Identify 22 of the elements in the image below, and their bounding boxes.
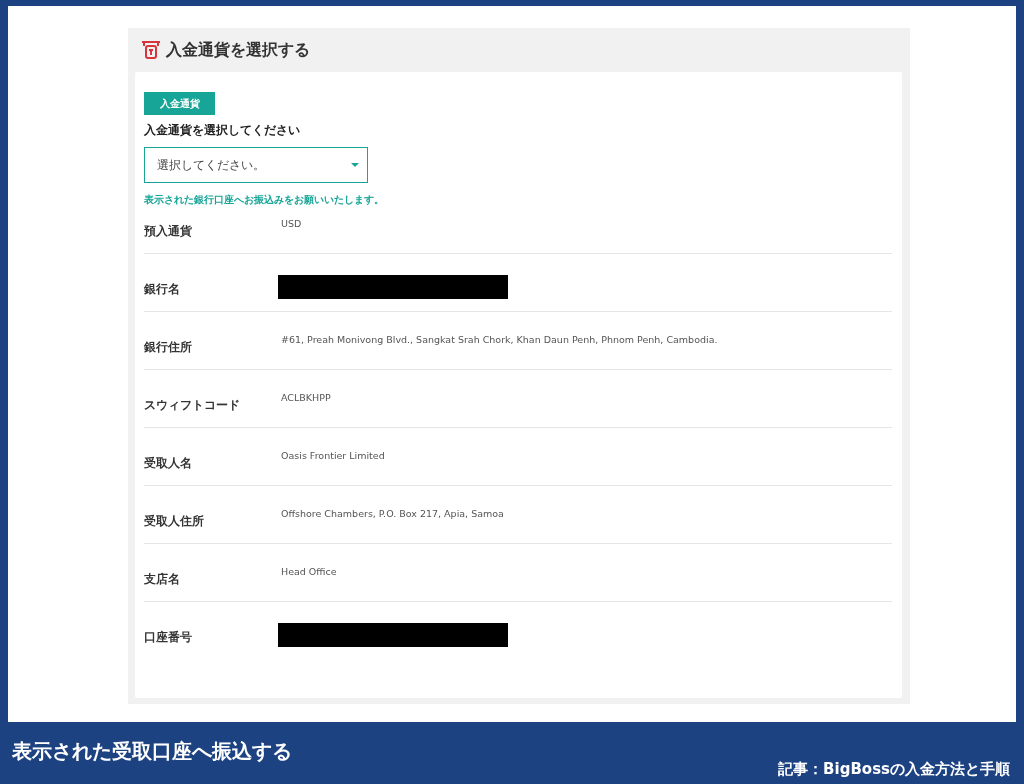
caret-icon <box>351 163 359 167</box>
field-label: 受取人名 <box>144 456 192 470</box>
sign-icon <box>141 40 161 60</box>
field-label: スウィフトコード <box>144 398 240 412</box>
source-note: 記事：BigBossの入金方法と手順 <box>778 760 1010 778</box>
field-value: ACLBKHPP <box>281 391 331 405</box>
field-value: Offshore Chambers, P.O. Box 217, Apia, Samoa <box>281 507 504 521</box>
currency-select[interactable]: 選択してください。 <box>144 147 368 183</box>
field-label: 銀行名 <box>144 282 180 296</box>
field-label: 銀行住所 <box>144 340 192 354</box>
field-label: 支店名 <box>144 572 180 586</box>
field-value: #61, Preah Monivong Blvd., Sangkat Srah Chork, Khan Daun Penh, Phnom Penh, Cambodia. <box>281 333 718 347</box>
caption-text: 表示された受取口座へ振込する <box>12 739 292 763</box>
select-label: 入金通貨を選択してください <box>144 122 300 138</box>
field-value: Head Office <box>281 565 337 579</box>
field-value: USD <box>281 217 302 231</box>
field-label: 口座番号 <box>144 630 192 644</box>
field-label: 預入通貨 <box>144 224 192 238</box>
field-value: Oasis Frontier Limited <box>281 449 385 463</box>
field-label: 受取人住所 <box>144 514 204 528</box>
panel-title: 入金通貨を選択する <box>166 40 310 60</box>
notice-text: 表示された銀行口座へお振込みをお願いいたします。 <box>144 193 384 207</box>
